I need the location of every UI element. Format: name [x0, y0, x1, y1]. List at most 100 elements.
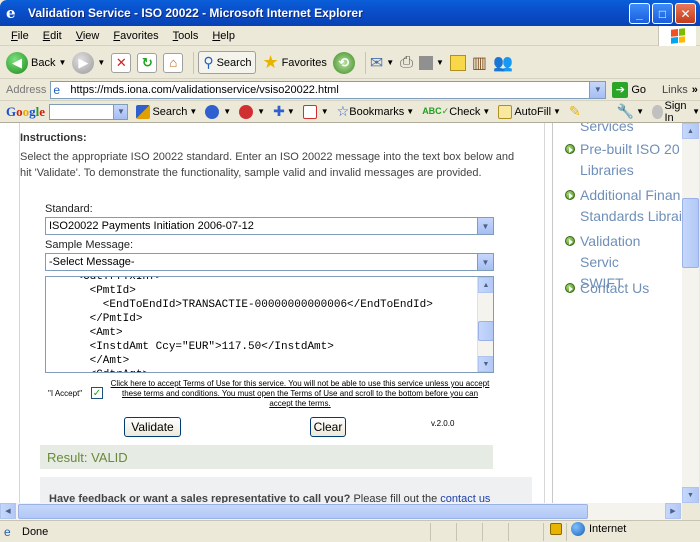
bookmarks-button[interactable]: ☆ Bookmarks ▼: [337, 103, 415, 120]
back-button[interactable]: ◀ Back ▼: [6, 51, 66, 74]
spellcheck-button[interactable]: ABC✓ Check ▼: [422, 106, 490, 118]
close-button[interactable]: ✕: [675, 3, 696, 24]
contact-us-link[interactable]: contact us: [440, 493, 490, 503]
pagerank-dropdown[interactable]: ▼: [223, 107, 231, 116]
feedback-text: Have feedback or want a sales representa…: [49, 493, 490, 503]
refresh-button[interactable]: ↻: [137, 52, 158, 73]
google-plus-button[interactable]: ✚ ▼: [273, 103, 295, 120]
lock-icon[interactable]: [550, 523, 562, 535]
google-logo: Google: [6, 103, 46, 119]
sample-message-select[interactable]: -Select Message- ▼: [45, 253, 494, 271]
menu-tools[interactable]: Tools: [166, 30, 206, 42]
settings-dropdown[interactable]: ▼: [636, 107, 644, 116]
settings-button[interactable]: 🔧 ▼: [617, 103, 644, 120]
page-scroll-up-icon[interactable]: ▲: [682, 123, 699, 139]
home-button[interactable]: ⌂: [163, 52, 184, 73]
standard-dropdown-icon[interactable]: ▼: [477, 218, 493, 234]
search-icon: ⚲: [203, 54, 214, 70]
address-dropdown-icon[interactable]: ▼: [589, 81, 606, 98]
sample-dropdown-icon[interactable]: ▼: [477, 254, 493, 270]
sidebar-item-services[interactable]: Services: [580, 123, 634, 137]
scroll-up-icon[interactable]: ▲: [478, 277, 493, 293]
sidebar-item-prebuilt[interactable]: Pre-built ISO 20 Libraries: [580, 139, 680, 181]
menu-favorites[interactable]: Favorites: [106, 30, 165, 42]
popup-blocker-button[interactable]: ▼: [302, 104, 329, 119]
message-textarea[interactable]: <CdtTrfTxInf> <PmtId> <EndToEndId>TRANSA…: [45, 276, 494, 373]
popup-dropdown[interactable]: ▼: [321, 107, 329, 116]
scroll-down-icon[interactable]: ▼: [478, 356, 493, 372]
clear-button[interactable]: Clear: [310, 417, 346, 437]
menu-edit-accel: E: [42, 29, 51, 42]
menu-file-accel: F: [11, 29, 18, 42]
google-search-input[interactable]: ▼: [49, 103, 129, 120]
signin-button[interactable]: Sign In ▼: [652, 100, 700, 124]
research-button[interactable]: ▥: [472, 53, 487, 73]
maximize-button[interactable]: □: [652, 3, 673, 24]
google-pagerank-button[interactable]: ▼: [205, 104, 231, 119]
page-horizontal-scrollbar[interactable]: ◀ ▶: [0, 503, 682, 520]
google-search-dropdown[interactable]: ▼: [189, 107, 197, 116]
back-dropdown-icon[interactable]: ▼: [58, 58, 66, 67]
page-scroll-right-icon[interactable]: ▶: [665, 503, 681, 519]
spellcheck-icon: ABC✓: [422, 106, 450, 116]
mail-button[interactable]: ✉ ▼: [370, 53, 394, 73]
forward-button[interactable]: ▶ ▼: [72, 51, 105, 74]
title-bar: e Validation Service - ISO 20022 - Micro…: [0, 0, 700, 26]
menu-file-label: ile: [17, 29, 29, 42]
page-content: Instructions: Select the appropriate ISO…: [0, 123, 682, 503]
edit-dropdown-icon[interactable]: ▼: [436, 58, 444, 67]
favorites-button[interactable]: ★ Favorites: [262, 52, 326, 73]
minimize-button[interactable]: _: [629, 3, 650, 24]
autofill-button[interactable]: AutoFill ▼: [498, 104, 561, 119]
links-toolbar[interactable]: Links: [662, 84, 688, 96]
highlight-button[interactable]: ✎: [569, 103, 581, 120]
go-button[interactable]: ➔ Go: [612, 81, 646, 98]
mail-dropdown-icon[interactable]: ▼: [386, 58, 394, 67]
page-vertical-scrollbar[interactable]: ▲ ▼: [682, 123, 699, 503]
standard-label: Standard:: [45, 203, 93, 215]
google-search-dropdown-icon[interactable]: ▼: [113, 104, 128, 119]
sidebar-item-additional[interactable]: Additional Finan Standards Librai: [580, 185, 682, 227]
google-news-button[interactable]: ▼: [239, 104, 265, 119]
autofill-dropdown[interactable]: ▼: [553, 107, 561, 116]
menu-file[interactable]: File: [4, 30, 36, 42]
menu-help-label: elp: [220, 29, 235, 42]
print-button[interactable]: ⎙: [400, 54, 413, 72]
messenger-button[interactable]: 👥: [493, 53, 513, 73]
standard-select[interactable]: ISO20022 Payments Initiation 2006-07-12 …: [45, 217, 494, 235]
page-scroll-thumb[interactable]: [682, 198, 699, 268]
toolbar-separator: [364, 51, 366, 74]
textarea-scrollbar[interactable]: ▲ ▼: [477, 277, 493, 372]
textarea-scroll-thumb[interactable]: [478, 321, 493, 341]
menu-help[interactable]: Help: [205, 30, 242, 42]
sidebar-item-contact-us[interactable]: Contact Us: [580, 278, 649, 299]
sidebar-item-additional-line1: Additional Finan: [580, 187, 681, 203]
security-zone[interactable]: Internet: [571, 522, 626, 536]
news-dropdown[interactable]: ▼: [257, 107, 265, 116]
search-button[interactable]: ⚲ Search: [198, 51, 257, 74]
page-scroll-down-icon[interactable]: ▼: [682, 487, 699, 503]
discuss-button[interactable]: [449, 54, 466, 71]
forward-dropdown-icon[interactable]: ▼: [97, 58, 105, 67]
google-toolbar: Google ▼ Search ▼ ▼ ▼ ✚ ▼ ▼ ☆ Bookmarks …: [0, 100, 700, 124]
address-input[interactable]: [70, 83, 591, 96]
history-button[interactable]: ⟲: [332, 51, 355, 74]
page-hscroll-thumb[interactable]: [18, 504, 588, 519]
page-scroll-left-icon[interactable]: ◀: [0, 503, 16, 519]
menu-edit[interactable]: Edit: [36, 30, 69, 42]
edit-button[interactable]: ▼: [418, 55, 444, 70]
check-dropdown[interactable]: ▼: [482, 107, 490, 116]
bookmarks-dropdown[interactable]: ▼: [406, 107, 414, 116]
chevron-right-icon[interactable]: »: [692, 84, 698, 96]
menu-bar: File Edit View Favorites Tools Help: [0, 26, 700, 46]
stop-button[interactable]: ✕: [111, 52, 132, 73]
plus-dropdown[interactable]: ▼: [287, 107, 295, 116]
terms-of-use-link[interactable]: Click here to accept Terms of Use for th…: [110, 379, 490, 409]
accept-checkbox[interactable]: ✓: [91, 387, 103, 399]
books-icon: ▥: [471, 54, 488, 72]
menu-view[interactable]: View: [69, 30, 107, 42]
signin-dropdown[interactable]: ▼: [692, 107, 700, 116]
google-search-button[interactable]: Search ▼: [136, 104, 197, 119]
validate-button[interactable]: Validate: [124, 417, 181, 437]
address-field[interactable]: e ▼: [50, 80, 607, 99]
